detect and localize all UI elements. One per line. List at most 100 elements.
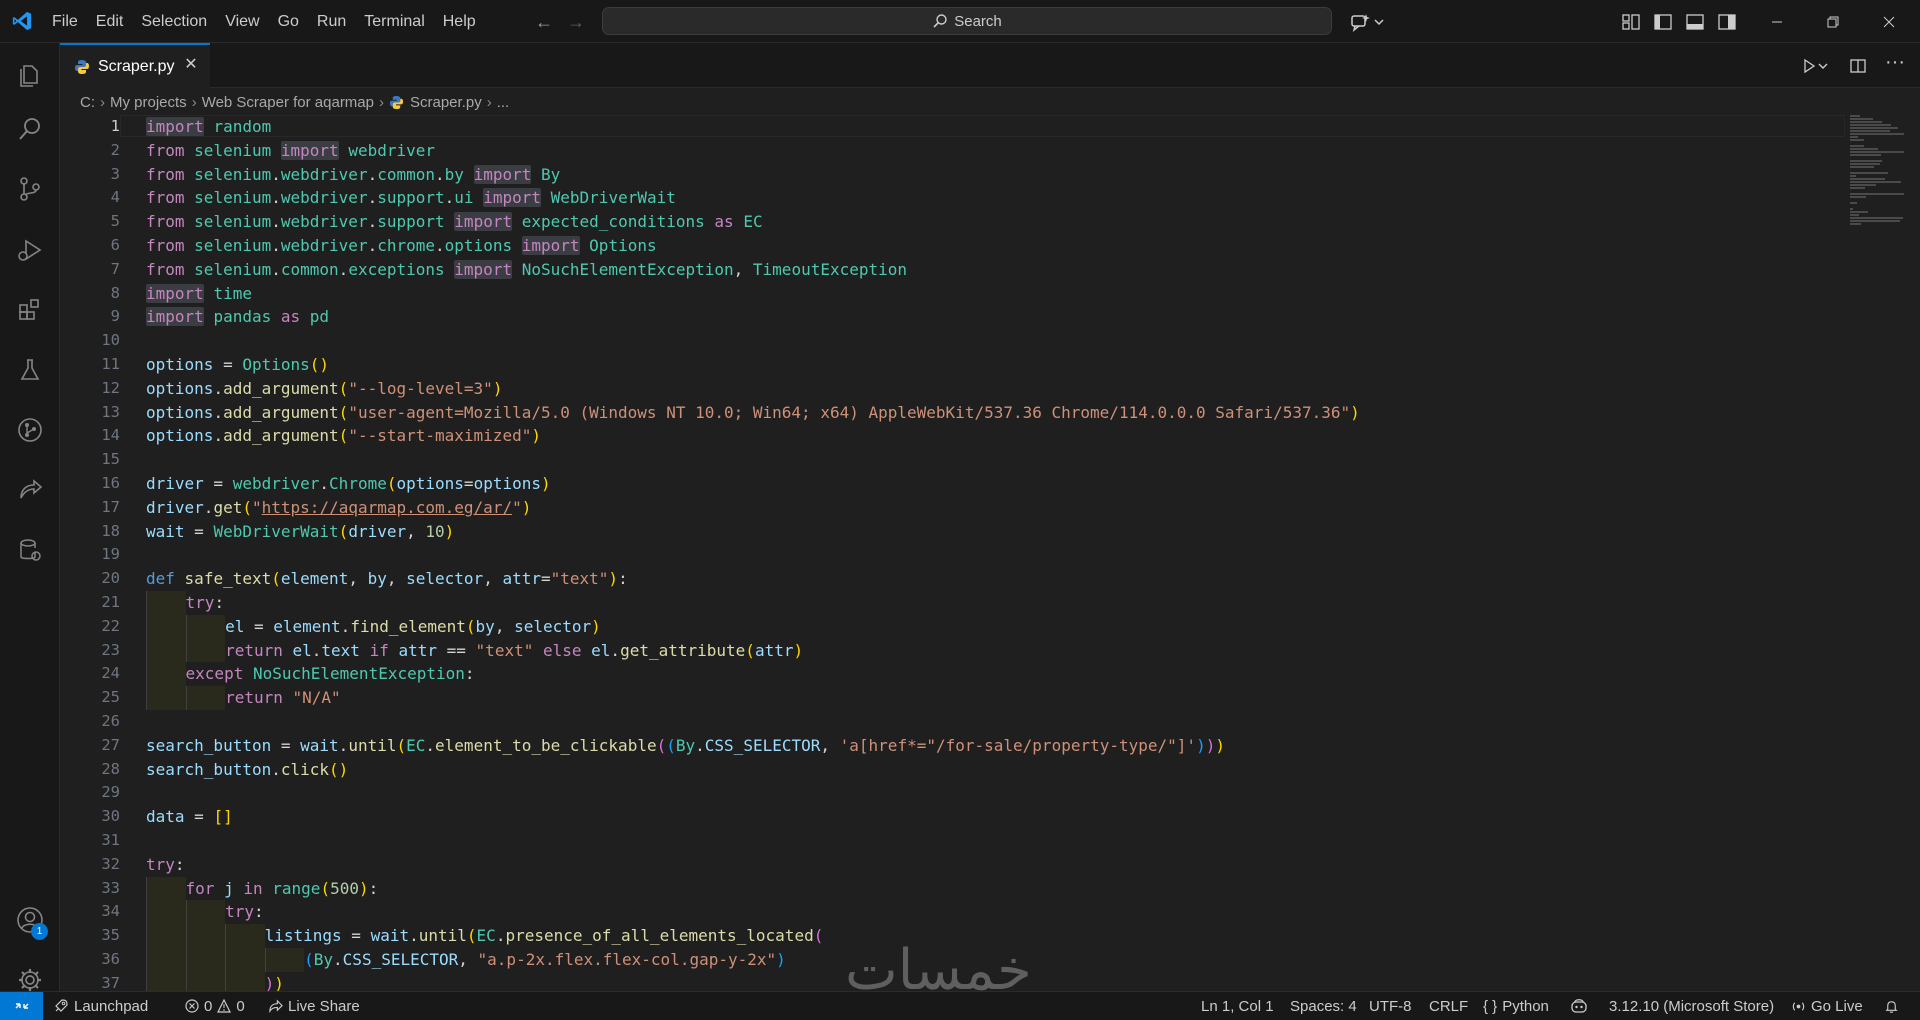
code-line-20[interactable]: def safe_text(element, by, selector, att… (146, 567, 1846, 591)
menu-run[interactable]: Run (308, 0, 355, 43)
cursor-position[interactable]: Ln 1, Col 1 (1201, 992, 1274, 1020)
code-line-8[interactable]: import time (146, 282, 1846, 306)
code-line-6[interactable]: from selenium.webdriver.chrome.options i… (146, 234, 1846, 258)
extensions-button[interactable] (0, 286, 60, 334)
code-line-13[interactable]: options.add_argument("user-agent=Mozilla… (146, 401, 1846, 425)
code-line-17[interactable]: driver.get("https://aqarmap.com.eg/ar/") (146, 496, 1846, 520)
code-line-16[interactable]: driver = webdriver.Chrome(options=option… (146, 472, 1846, 496)
breadcrumb-file[interactable]: Scraper.py (410, 94, 482, 111)
code-content[interactable]: import random from selenium import webdr… (146, 115, 1846, 991)
split-editor-button[interactable] (1849, 55, 1867, 77)
git-graph-button[interactable] (0, 406, 60, 454)
search-label: Search (954, 12, 1002, 30)
command-center-search[interactable]: Search (602, 7, 1332, 35)
close-icon[interactable]: ✕ (182, 56, 200, 74)
code-line-32[interactable]: try: (146, 853, 1846, 877)
code-line-25[interactable]: return "N/A" (146, 686, 1846, 710)
live-share-button[interactable]: Live Share (268, 992, 360, 1020)
search-view-button[interactable] (0, 105, 60, 153)
run-debug-button[interactable] (0, 226, 60, 274)
code-line-34[interactable]: try: (146, 900, 1846, 925)
indentation-button[interactable]: Spaces: 4 (1290, 992, 1357, 1020)
code-line-26[interactable] (146, 710, 1846, 734)
remote-indicator-button[interactable] (0, 992, 43, 1020)
code-line-24[interactable]: except NoSuchElementException: (146, 662, 1846, 687)
menu-view[interactable]: View (216, 0, 268, 43)
code-line-11[interactable]: options = Options() (146, 353, 1846, 377)
run-python-file-button[interactable] (1801, 55, 1829, 77)
code-line-9[interactable]: import pandas as pd (146, 305, 1846, 329)
code-line-10[interactable] (146, 329, 1846, 353)
breadcrumb-folder-my-projects[interactable]: My projects (110, 94, 187, 111)
notifications-button[interactable] (1884, 992, 1899, 1020)
code-line-23[interactable]: return el.text if attr == "text" else el… (146, 638, 1846, 663)
code-line-29[interactable] (146, 781, 1846, 805)
code-line-33[interactable]: for j in range(500): (146, 876, 1846, 901)
python-file-icon (389, 95, 404, 109)
code-line-30[interactable]: data = [] (146, 805, 1846, 829)
toggle-secondary-sidebar-icon[interactable] (1716, 11, 1738, 33)
problems-button[interactable]: 0 0 (185, 992, 245, 1020)
menu-terminal[interactable]: Terminal (355, 0, 433, 43)
explorer-button[interactable] (0, 50, 60, 98)
menu-file[interactable]: File (43, 0, 87, 43)
forward-arrow-icon[interactable]: → (565, 11, 587, 33)
breadcrumb-folder-web-scraper[interactable]: Web Scraper for aqarmap (202, 94, 374, 111)
code-line-2[interactable]: from selenium import webdriver (146, 139, 1846, 163)
back-arrow-icon[interactable]: ← (533, 11, 555, 33)
code-line-28[interactable]: search_button.click() (146, 758, 1846, 782)
code-line-22[interactable]: el = element.find_element(by, selector) (146, 614, 1846, 639)
toggle-panel-icon[interactable] (1684, 11, 1706, 33)
code-line-5[interactable]: from selenium.webdriver.support import e… (146, 210, 1846, 234)
source-control-button[interactable] (0, 165, 60, 213)
code-line-3[interactable]: from selenium.webdriver.common.by import… (146, 163, 1846, 187)
menu-edit[interactable]: Edit (87, 0, 133, 43)
code-line-14[interactable]: options.add_argument("--start-maximized"… (146, 424, 1846, 448)
minimap[interactable] (1850, 115, 1904, 315)
breadcrumb-drive[interactable]: C: (80, 94, 95, 111)
accounts-button[interactable]: 1 (0, 896, 60, 944)
restore-button[interactable] (1810, 0, 1856, 43)
minimize-button[interactable] (1754, 0, 1800, 43)
database-button[interactable] (0, 526, 60, 574)
code-line-12[interactable]: options.add_argument("--log-level=3") (146, 377, 1846, 401)
minimap-line (1850, 178, 1886, 180)
customize-layout-icon[interactable] (1620, 11, 1642, 33)
live-share-view-button[interactable] (0, 466, 60, 514)
breadcrumb-more[interactable]: ... (497, 94, 510, 111)
tab-scraper-py[interactable]: Scraper.py ✕ (60, 43, 210, 88)
testing-button[interactable] (0, 346, 60, 394)
close-window-button[interactable] (1866, 0, 1912, 43)
go-live-button[interactable]: Go Live (1791, 992, 1863, 1020)
language-mode-button[interactable]: { } Python (1483, 992, 1549, 1020)
menu-help[interactable]: Help (434, 0, 485, 43)
code-line-7[interactable]: from selenium.common.exceptions import N… (146, 258, 1846, 282)
launchpad-button[interactable]: Launchpad (53, 992, 148, 1020)
chevron-down-icon[interactable] (1373, 11, 1385, 33)
minimap-line (1850, 148, 1878, 150)
line-number-gutter: 1 2 3 4 5 6 7 8 9 10 11 12 13 14 15 16 17 18 19 20 21 22 23 24 2… (60, 115, 120, 991)
code-line-18[interactable]: wait = WebDriverWait(driver, 10) (146, 520, 1846, 544)
copilot-status-button[interactable] (1570, 992, 1588, 1020)
line-number: 28 (101, 759, 120, 778)
remote-icon (15, 1003, 28, 1009)
code-line-21[interactable]: try: (146, 590, 1846, 615)
more-actions-icon[interactable]: ··· (1885, 51, 1905, 73)
code-editor[interactable]: 1 2 3 4 5 6 7 8 9 10 11 12 13 14 15 16 17 18 19 20 21 22 23 24 2… (60, 115, 1904, 991)
code-line-4[interactable]: from selenium.webdriver.support.ui impor… (146, 186, 1846, 210)
line-number: 22 (101, 616, 120, 635)
code-line-27[interactable]: search_button = wait.until(EC.element_to… (146, 734, 1846, 758)
encoding-button[interactable]: UTF-8 (1369, 992, 1412, 1020)
code-line-19[interactable] (146, 543, 1846, 567)
minimap-line (1850, 163, 1880, 165)
python-interpreter-button[interactable]: 3.12.10 (Microsoft Store) (1609, 992, 1774, 1020)
code-line-1[interactable]: import random (146, 115, 1846, 139)
code-line-31[interactable] (146, 829, 1846, 853)
accounts-badge: 1 (31, 923, 48, 940)
toggle-primary-sidebar-icon[interactable] (1652, 11, 1674, 33)
code-line-15[interactable] (146, 448, 1846, 472)
copilot-chat-icon[interactable] (1350, 11, 1372, 33)
menu-go[interactable]: Go (269, 0, 308, 43)
menu-selection[interactable]: Selection (132, 0, 216, 43)
eol-button[interactable]: CRLF (1429, 992, 1468, 1020)
